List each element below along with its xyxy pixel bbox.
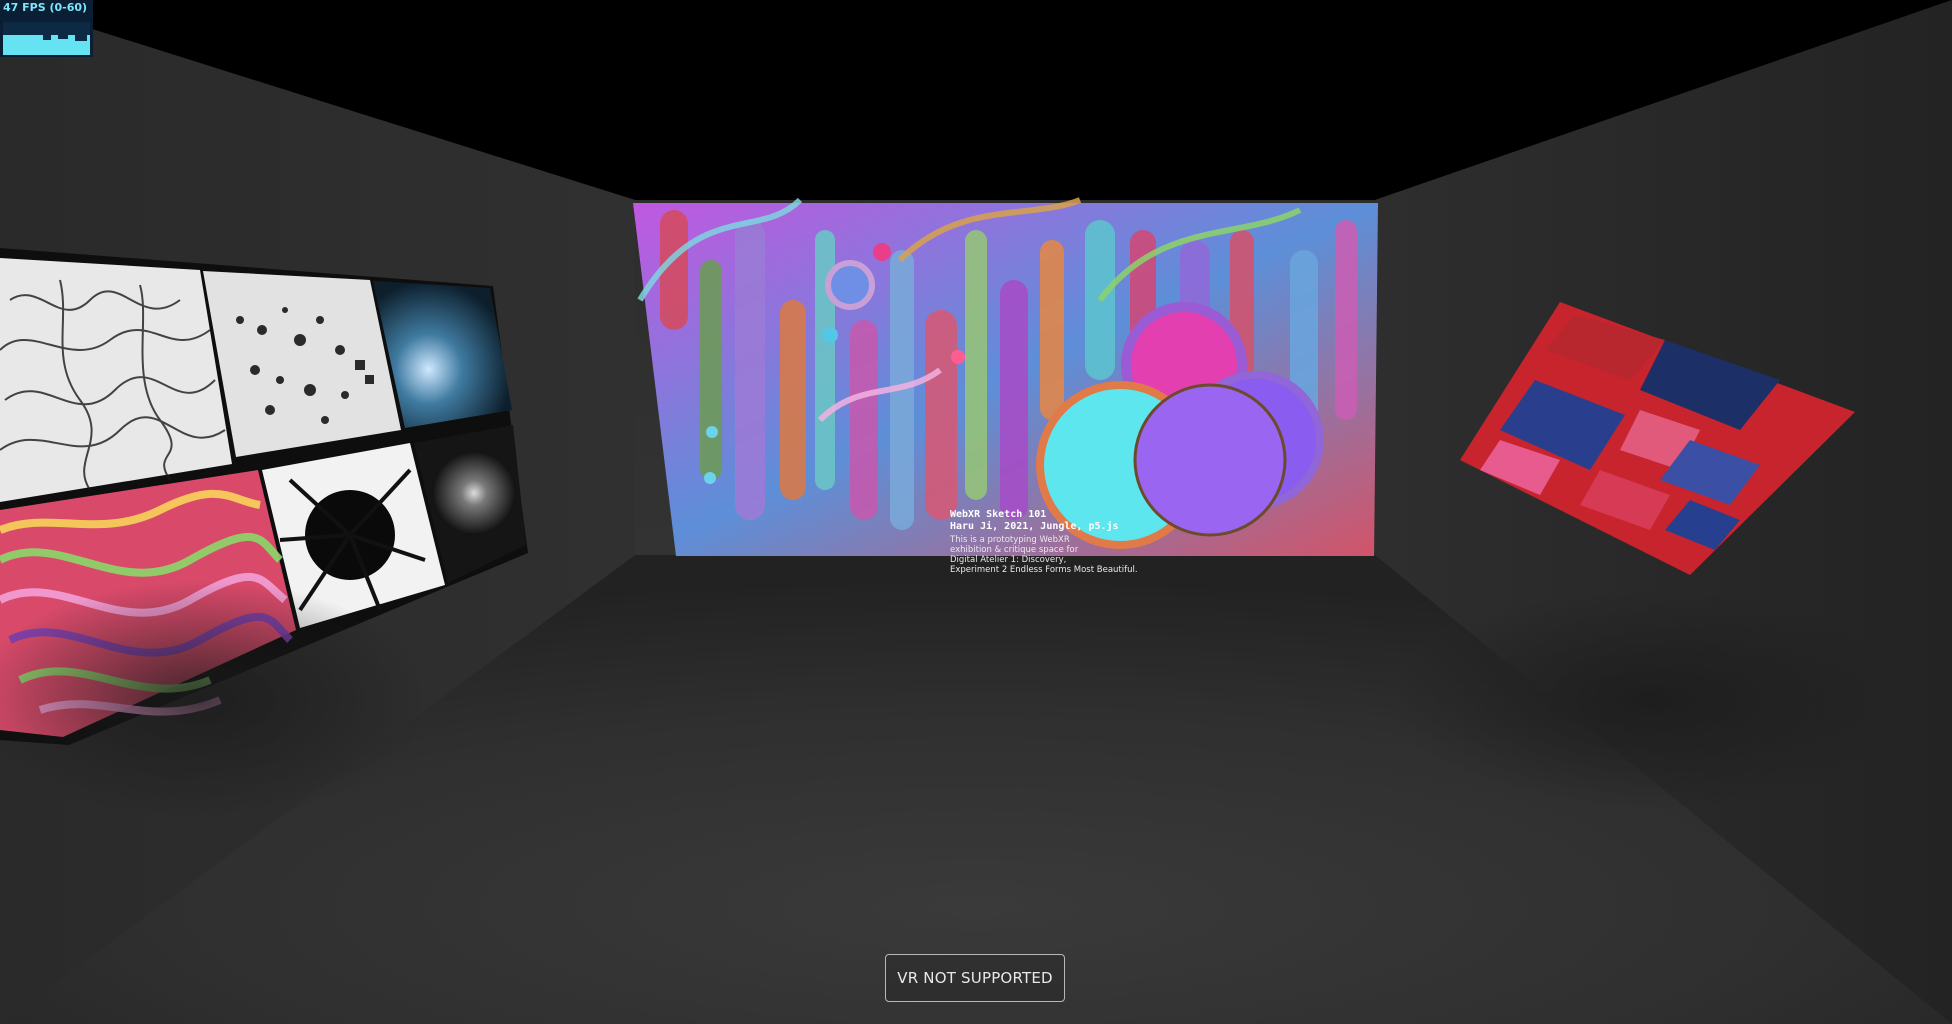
artwork-description-line: Digital Atelier 1: Discovery,	[950, 555, 1067, 565]
vr-not-supported-button[interactable]: VR NOT SUPPORTED	[885, 954, 1065, 1002]
artwork-line-drawing[interactable]	[0, 258, 232, 502]
fps-graph	[3, 22, 90, 55]
artwork-description-line: This is a prototyping WebXR	[950, 535, 1070, 545]
floor-shadow	[1390, 590, 1910, 810]
artwork-description-line: exhibition & critique space for	[950, 545, 1079, 555]
fps-label: 47 FPS (0-60)	[3, 1, 88, 14]
artwork-credit: Haru Ji, 2021, Jungle, p5.js	[950, 521, 1119, 532]
artwork-description-line: Experiment 2 Endless Forms Most Beautifu…	[950, 565, 1138, 575]
fps-stats-panel[interactable]: 47 FPS (0-60)	[0, 0, 93, 57]
artwork-title: WebXR Sketch 101	[950, 509, 1047, 520]
artwork-tree-diagram[interactable]	[203, 271, 401, 457]
main-artwork-jungle[interactable]	[633, 197, 1378, 556]
